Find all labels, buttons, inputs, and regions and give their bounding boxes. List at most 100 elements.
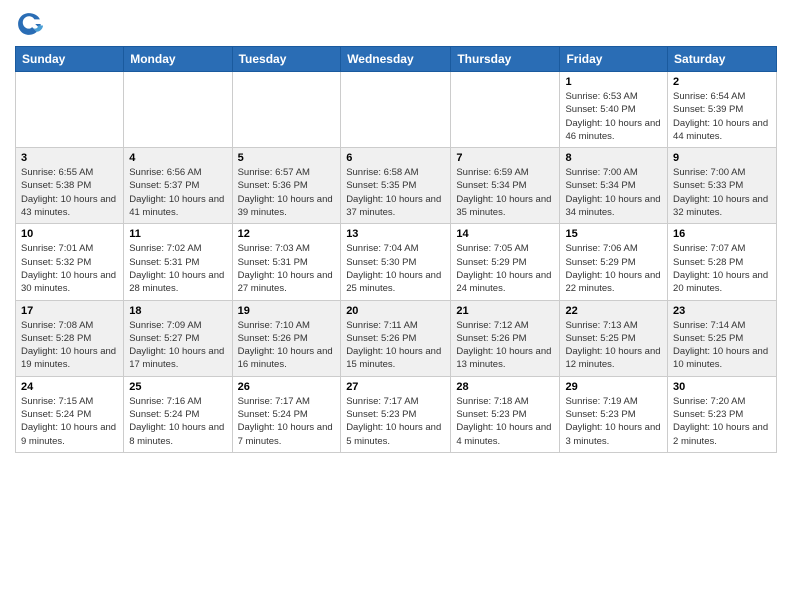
calendar-day-header: Thursday <box>451 47 560 72</box>
calendar-cell: 10 Sunrise: 7:01 AM Sunset: 5:32 PM Dayli… <box>16 224 124 300</box>
calendar-cell: 2Sunrise: 6:54 AM Sunset: 5:39 PM Daylig… <box>668 72 777 148</box>
calendar-cell: 6 Sunrise: 6:58 AM Sunset: 5:35 PM Daylig… <box>341 148 451 224</box>
page-header <box>15 10 777 38</box>
logo <box>15 10 47 38</box>
calendar-header-row: SundayMondayTuesdayWednesdayThursdayFrid… <box>16 47 777 72</box>
day-number: 30 <box>673 381 771 393</box>
calendar-cell <box>341 72 451 148</box>
day-info: Sunrise: 7:01 AM Sunset: 5:32 PM Dayligh… <box>21 242 118 295</box>
day-info: Sunrise: 7:12 AM Sunset: 5:26 PM Dayligh… <box>456 319 554 372</box>
calendar-cell: 14 Sunrise: 7:05 AM Sunset: 5:29 PM Dayli… <box>451 224 560 300</box>
calendar-cell: 20 Sunrise: 7:11 AM Sunset: 5:26 PM Dayli… <box>341 300 451 376</box>
day-number: 24 <box>21 381 118 393</box>
day-number: 14 <box>456 228 554 240</box>
day-number: 11 <box>129 228 226 240</box>
logo-icon <box>15 10 43 38</box>
calendar-cell: 12 Sunrise: 7:03 AM Sunset: 5:31 PM Dayli… <box>232 224 341 300</box>
day-number: 18 <box>129 305 226 317</box>
calendar-cell <box>16 72 124 148</box>
day-number: 4 <box>129 152 226 164</box>
calendar-cell: 1 Sunrise: 6:53 AM Sunset: 5:40 PM Daylig… <box>560 72 668 148</box>
day-number: 28 <box>456 381 554 393</box>
calendar-cell: 29Sunrise: 7:19 AM Sunset: 5:23 PM Dayli… <box>560 376 668 452</box>
calendar-cell: 23 Sunrise: 7:14 AM Sunset: 5:25 PM Dayli… <box>668 300 777 376</box>
day-info: Sunrise: 7:19 AM Sunset: 5:23 PM Dayligh… <box>565 395 662 448</box>
day-info: Sunrise: 6:58 AM Sunset: 5:35 PM Dayligh… <box>346 166 445 219</box>
calendar-day-header: Wednesday <box>341 47 451 72</box>
calendar-cell: 18 Sunrise: 7:09 AM Sunset: 5:27 PM Dayli… <box>124 300 232 376</box>
calendar-week-row: 17 Sunrise: 7:08 AM Sunset: 5:28 PM Dayli… <box>16 300 777 376</box>
day-info: Sunrise: 7:18 AM Sunset: 5:23 PM Dayligh… <box>456 395 554 448</box>
day-number: 26 <box>238 381 336 393</box>
day-number: 20 <box>346 305 445 317</box>
calendar-cell: 25 Sunrise: 7:16 AM Sunset: 5:24 PM Dayli… <box>124 376 232 452</box>
calendar-week-row: 10 Sunrise: 7:01 AM Sunset: 5:32 PM Dayli… <box>16 224 777 300</box>
day-number: 9 <box>673 152 771 164</box>
calendar-week-row: 24 Sunrise: 7:15 AM Sunset: 5:24 PM Dayli… <box>16 376 777 452</box>
day-number: 23 <box>673 305 771 317</box>
day-info: Sunrise: 7:13 AM Sunset: 5:25 PM Dayligh… <box>565 319 662 372</box>
calendar-cell: 13 Sunrise: 7:04 AM Sunset: 5:30 PM Dayli… <box>341 224 451 300</box>
day-info: Sunrise: 7:00 AM Sunset: 5:34 PM Dayligh… <box>565 166 662 219</box>
calendar-cell: 15Sunrise: 7:06 AM Sunset: 5:29 PM Dayli… <box>560 224 668 300</box>
day-number: 25 <box>129 381 226 393</box>
day-number: 3 <box>21 152 118 164</box>
calendar-cell: 21 Sunrise: 7:12 AM Sunset: 5:26 PM Dayli… <box>451 300 560 376</box>
calendar-cell: 4Sunrise: 6:56 AM Sunset: 5:37 PM Daylig… <box>124 148 232 224</box>
calendar-cell: 16 Sunrise: 7:07 AM Sunset: 5:28 PM Dayli… <box>668 224 777 300</box>
day-info: Sunrise: 7:20 AM Sunset: 5:23 PM Dayligh… <box>673 395 771 448</box>
day-number: 5 <box>238 152 336 164</box>
calendar-table: SundayMondayTuesdayWednesdayThursdayFrid… <box>15 46 777 453</box>
day-info: Sunrise: 7:05 AM Sunset: 5:29 PM Dayligh… <box>456 242 554 295</box>
day-number: 21 <box>456 305 554 317</box>
day-info: Sunrise: 7:08 AM Sunset: 5:28 PM Dayligh… <box>21 319 118 372</box>
calendar-cell <box>451 72 560 148</box>
day-number: 17 <box>21 305 118 317</box>
day-number: 1 <box>565 76 662 88</box>
calendar-day-header: Friday <box>560 47 668 72</box>
calendar-day-header: Saturday <box>668 47 777 72</box>
day-info: Sunrise: 7:00 AM Sunset: 5:33 PM Dayligh… <box>673 166 771 219</box>
day-info: Sunrise: 7:14 AM Sunset: 5:25 PM Dayligh… <box>673 319 771 372</box>
calendar-cell: 9 Sunrise: 7:00 AM Sunset: 5:33 PM Daylig… <box>668 148 777 224</box>
day-info: Sunrise: 6:59 AM Sunset: 5:34 PM Dayligh… <box>456 166 554 219</box>
day-info: Sunrise: 7:15 AM Sunset: 5:24 PM Dayligh… <box>21 395 118 448</box>
calendar-cell: 3 Sunrise: 6:55 AM Sunset: 5:38 PM Daylig… <box>16 148 124 224</box>
day-number: 13 <box>346 228 445 240</box>
calendar-cell <box>232 72 341 148</box>
day-info: Sunrise: 6:53 AM Sunset: 5:40 PM Dayligh… <box>565 90 662 143</box>
day-info: Sunrise: 6:55 AM Sunset: 5:38 PM Dayligh… <box>21 166 118 219</box>
calendar-day-header: Sunday <box>16 47 124 72</box>
day-info: Sunrise: 6:54 AM Sunset: 5:39 PM Dayligh… <box>673 90 771 143</box>
calendar-cell: 26Sunrise: 7:17 AM Sunset: 5:24 PM Dayli… <box>232 376 341 452</box>
calendar-week-row: 1 Sunrise: 6:53 AM Sunset: 5:40 PM Daylig… <box>16 72 777 148</box>
calendar-cell: 19Sunrise: 7:10 AM Sunset: 5:26 PM Dayli… <box>232 300 341 376</box>
day-info: Sunrise: 7:03 AM Sunset: 5:31 PM Dayligh… <box>238 242 336 295</box>
calendar-day-header: Monday <box>124 47 232 72</box>
calendar-week-row: 3 Sunrise: 6:55 AM Sunset: 5:38 PM Daylig… <box>16 148 777 224</box>
calendar-day-header: Tuesday <box>232 47 341 72</box>
day-number: 16 <box>673 228 771 240</box>
day-info: Sunrise: 7:11 AM Sunset: 5:26 PM Dayligh… <box>346 319 445 372</box>
calendar-cell: 28 Sunrise: 7:18 AM Sunset: 5:23 PM Dayli… <box>451 376 560 452</box>
day-info: Sunrise: 7:10 AM Sunset: 5:26 PM Dayligh… <box>238 319 336 372</box>
calendar-cell: 24 Sunrise: 7:15 AM Sunset: 5:24 PM Dayli… <box>16 376 124 452</box>
day-info: Sunrise: 7:04 AM Sunset: 5:30 PM Dayligh… <box>346 242 445 295</box>
day-number: 8 <box>565 152 662 164</box>
day-info: Sunrise: 7:16 AM Sunset: 5:24 PM Dayligh… <box>129 395 226 448</box>
calendar-cell <box>124 72 232 148</box>
day-number: 15 <box>565 228 662 240</box>
calendar-cell: 5Sunrise: 6:57 AM Sunset: 5:36 PM Daylig… <box>232 148 341 224</box>
day-info: Sunrise: 7:09 AM Sunset: 5:27 PM Dayligh… <box>129 319 226 372</box>
day-info: Sunrise: 7:02 AM Sunset: 5:31 PM Dayligh… <box>129 242 226 295</box>
calendar-cell: 7 Sunrise: 6:59 AM Sunset: 5:34 PM Daylig… <box>451 148 560 224</box>
day-number: 10 <box>21 228 118 240</box>
day-number: 6 <box>346 152 445 164</box>
day-number: 7 <box>456 152 554 164</box>
calendar-cell: 22Sunrise: 7:13 AM Sunset: 5:25 PM Dayli… <box>560 300 668 376</box>
calendar-cell: 8 Sunrise: 7:00 AM Sunset: 5:34 PM Daylig… <box>560 148 668 224</box>
calendar-cell: 17 Sunrise: 7:08 AM Sunset: 5:28 PM Dayli… <box>16 300 124 376</box>
day-info: Sunrise: 7:07 AM Sunset: 5:28 PM Dayligh… <box>673 242 771 295</box>
calendar-cell: 27Sunrise: 7:17 AM Sunset: 5:23 PM Dayli… <box>341 376 451 452</box>
day-number: 12 <box>238 228 336 240</box>
